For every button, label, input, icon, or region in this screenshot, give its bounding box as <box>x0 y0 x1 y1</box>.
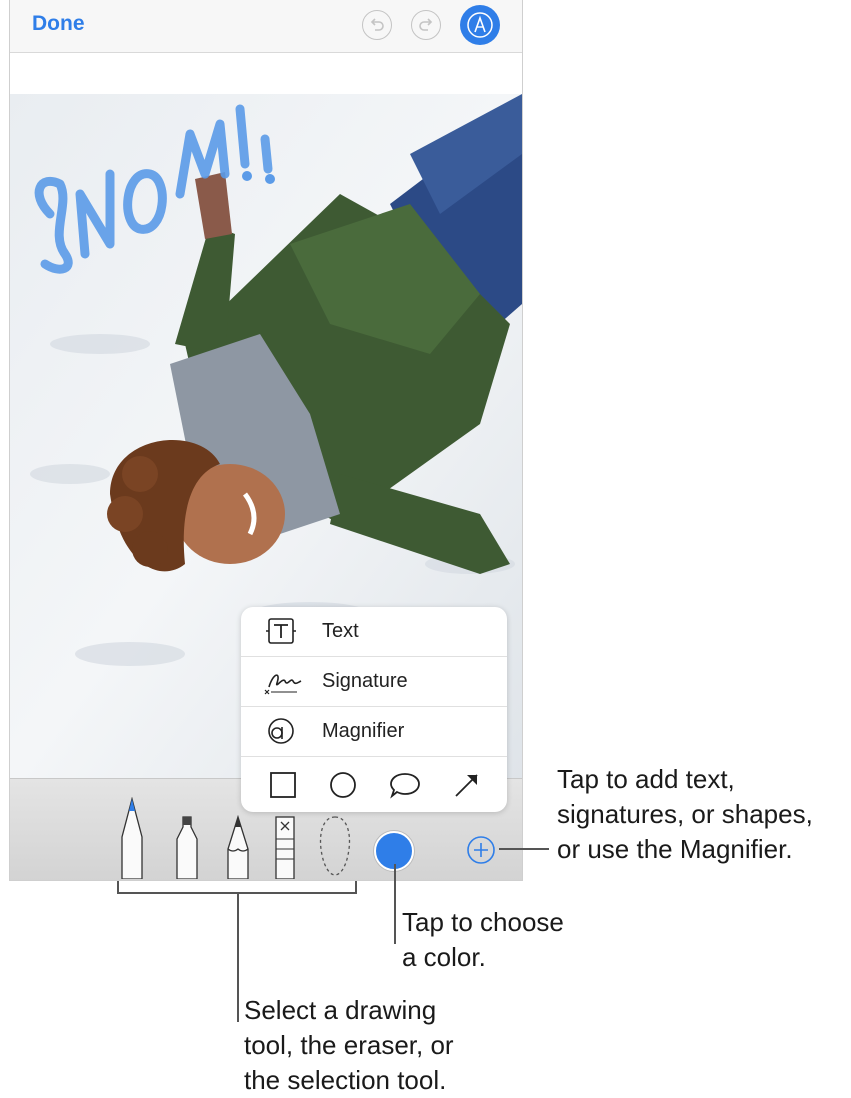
popover-item-label: Magnifier <box>322 720 405 742</box>
popover-item-magnifier[interactable]: Magnifier <box>241 707 507 757</box>
markup-pen-icon[interactable] <box>460 5 500 45</box>
shapes-row <box>241 757 507 812</box>
popover-item-label: Text <box>322 620 359 642</box>
callout-add-line-3: or use the Magnifier. <box>557 834 793 864</box>
text-icon <box>266 618 296 644</box>
pencil-icon[interactable] <box>224 815 252 879</box>
callout-add: Tap to add text, signatures, or shapes, … <box>557 762 813 867</box>
eraser-icon[interactable] <box>273 815 297 879</box>
callout-tools-line-1: Select a drawing <box>244 995 437 1025</box>
pen-icon[interactable] <box>116 797 148 879</box>
callout-tools: Select a drawing tool, the eraser, or th… <box>244 993 454 1098</box>
add-popover-menu: Text Signature Magnifier <box>241 607 507 812</box>
callout-color: Tap to choose a color. <box>402 905 564 975</box>
lasso-icon[interactable] <box>315 813 355 879</box>
redo-icon[interactable] <box>411 10 441 40</box>
callout-line-add <box>499 848 549 850</box>
navigation-bar: Done <box>10 0 522 53</box>
popover-item-text[interactable]: Text <box>241 607 507 657</box>
magnifier-icon <box>268 718 294 744</box>
callout-line-tools <box>237 892 239 1022</box>
square-icon[interactable] <box>269 771 297 799</box>
speech-bubble-icon[interactable] <box>389 771 421 799</box>
callout-color-line-1: Tap to choose <box>402 907 564 937</box>
callout-line-color <box>394 864 396 944</box>
callout-tools-line-2: tool, the eraser, or <box>244 1030 454 1060</box>
callout-add-line-2: signatures, or shapes, <box>557 799 813 829</box>
circle-icon[interactable] <box>329 771 357 799</box>
undo-icon[interactable] <box>362 10 392 40</box>
arrow-icon[interactable] <box>453 771 481 799</box>
done-button[interactable]: Done <box>32 12 85 36</box>
callout-color-line-2: a color. <box>402 942 486 972</box>
signature-icon <box>264 674 302 695</box>
popover-item-signature[interactable]: Signature <box>241 657 507 707</box>
popover-item-label: Signature <box>322 670 408 692</box>
marker-icon[interactable] <box>173 815 201 879</box>
callout-add-line-1: Tap to add text, <box>557 764 735 794</box>
add-icon[interactable] <box>466 835 496 865</box>
